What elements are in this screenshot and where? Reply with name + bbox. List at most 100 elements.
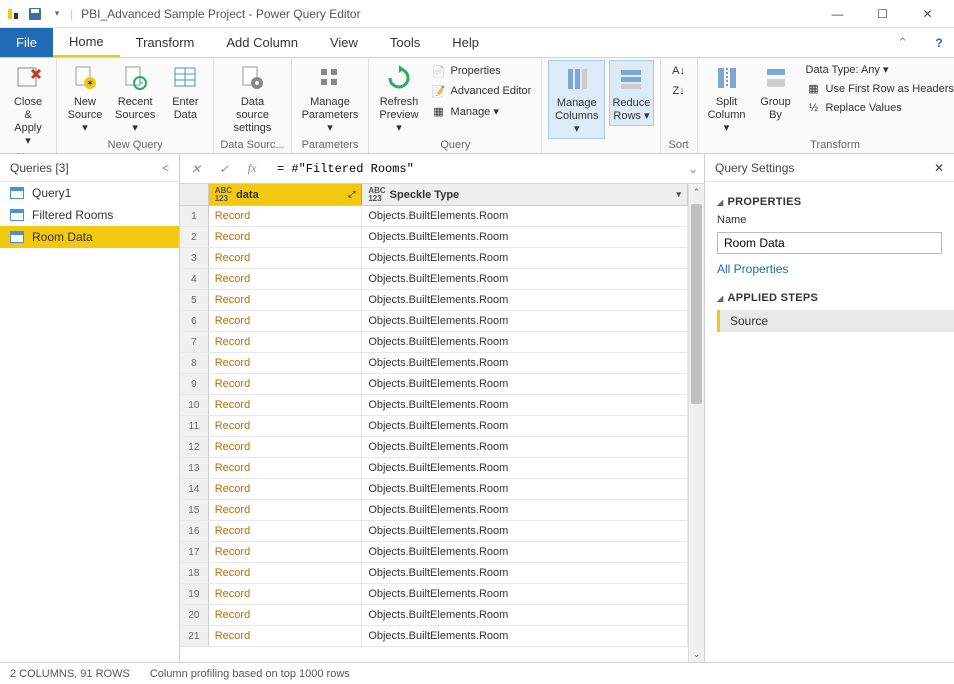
table-row[interactable]: 11RecordObjects.BuiltElements.Room: [180, 416, 688, 437]
cell-speckle-type[interactable]: Objects.BuiltElements.Room: [362, 227, 688, 247]
table-row[interactable]: 21RecordObjects.BuiltElements.Room: [180, 626, 688, 647]
cell-speckle-type[interactable]: Objects.BuiltElements.Room: [362, 416, 688, 436]
cell-data[interactable]: Record: [209, 290, 363, 310]
fx-icon[interactable]: fx: [242, 159, 262, 179]
cell-speckle-type[interactable]: Objects.BuiltElements.Room: [362, 458, 688, 478]
properties-section[interactable]: PROPERTIES: [717, 196, 942, 208]
cell-speckle-type[interactable]: Objects.BuiltElements.Room: [362, 479, 688, 499]
reduce-rows-button[interactable]: Reduce Rows ▾: [609, 60, 653, 126]
tab-tools[interactable]: Tools: [374, 28, 436, 57]
table-row[interactable]: 13RecordObjects.BuiltElements.Room: [180, 458, 688, 479]
cell-data[interactable]: Record: [209, 563, 363, 583]
cell-speckle-type[interactable]: Objects.BuiltElements.Room: [362, 605, 688, 625]
cell-speckle-type[interactable]: Objects.BuiltElements.Room: [362, 542, 688, 562]
cell-speckle-type[interactable]: Objects.BuiltElements.Room: [362, 269, 688, 289]
cell-data[interactable]: Record: [209, 311, 363, 331]
query-item[interactable]: Room Data: [0, 226, 179, 248]
scroll-up-icon[interactable]: ⌃: [689, 184, 704, 200]
expand-column-icon[interactable]: ⤢: [348, 189, 355, 200]
table-row[interactable]: 7RecordObjects.BuiltElements.Room: [180, 332, 688, 353]
minimize-button[interactable]: —: [815, 0, 860, 28]
cell-data[interactable]: Record: [209, 521, 363, 541]
cell-data[interactable]: Record: [209, 584, 363, 604]
ribbon-collapse-icon[interactable]: ⌃: [881, 28, 924, 57]
cell-speckle-type[interactable]: Objects.BuiltElements.Room: [362, 626, 688, 646]
step-source[interactable]: Source: [717, 310, 954, 332]
table-row[interactable]: 1RecordObjects.BuiltElements.Room: [180, 206, 688, 227]
close-settings-icon[interactable]: ✕: [934, 161, 944, 175]
scroll-down-icon[interactable]: ⌄: [689, 646, 704, 662]
table-row[interactable]: 6RecordObjects.BuiltElements.Room: [180, 311, 688, 332]
cell-speckle-type[interactable]: Objects.BuiltElements.Room: [362, 374, 688, 394]
manage-button[interactable]: ▦Manage ▾: [427, 102, 536, 120]
table-row[interactable]: 9RecordObjects.BuiltElements.Room: [180, 374, 688, 395]
sort-asc-button[interactable]: A↓: [667, 62, 691, 80]
cell-data[interactable]: Record: [209, 206, 363, 226]
maximize-button[interactable]: ☐: [860, 0, 905, 28]
help-icon[interactable]: ?: [924, 28, 954, 57]
tab-view[interactable]: View: [314, 28, 374, 57]
cell-data[interactable]: Record: [209, 248, 363, 268]
table-row[interactable]: 16RecordObjects.BuiltElements.Room: [180, 521, 688, 542]
cell-data[interactable]: Record: [209, 416, 363, 436]
split-column-button[interactable]: Split Column ▾: [704, 60, 750, 137]
cell-speckle-type[interactable]: Objects.BuiltElements.Room: [362, 332, 688, 352]
cell-speckle-type[interactable]: Objects.BuiltElements.Room: [362, 563, 688, 583]
cell-speckle-type[interactable]: Objects.BuiltElements.Room: [362, 290, 688, 310]
table-row[interactable]: 12RecordObjects.BuiltElements.Room: [180, 437, 688, 458]
close-apply-button[interactable]: Close & Apply ▾: [6, 60, 50, 150]
cell-data[interactable]: Record: [209, 269, 363, 289]
recent-sources-button[interactable]: Recent Sources ▾: [111, 60, 159, 137]
tab-home[interactable]: Home: [53, 28, 120, 57]
cancel-formula-icon[interactable]: ✕: [186, 159, 206, 179]
sort-desc-button[interactable]: Z↓: [667, 82, 691, 100]
new-source-button[interactable]: ✶ New Source ▾: [63, 60, 107, 137]
cell-data[interactable]: Record: [209, 626, 363, 646]
tab-file[interactable]: File: [0, 28, 53, 57]
cell-data[interactable]: Record: [209, 500, 363, 520]
tab-help[interactable]: Help: [436, 28, 495, 57]
cell-speckle-type[interactable]: Objects.BuiltElements.Room: [362, 437, 688, 457]
enter-data-button[interactable]: Enter Data: [163, 60, 207, 124]
data-source-settings-button[interactable]: Data source settings: [220, 60, 284, 137]
column-filter-icon[interactable]: ▾: [676, 189, 681, 200]
query-item[interactable]: Filtered Rooms: [0, 204, 179, 226]
table-row[interactable]: 2RecordObjects.BuiltElements.Room: [180, 227, 688, 248]
column-header-speckle-type[interactable]: ABC123 Speckle Type ▾: [362, 184, 688, 205]
properties-button[interactable]: 📄Properties: [427, 62, 536, 80]
replace-values-button[interactable]: ½Replace Values: [802, 99, 954, 117]
table-row[interactable]: 20RecordObjects.BuiltElements.Room: [180, 605, 688, 626]
all-properties-link[interactable]: All Properties: [717, 262, 788, 276]
column-header-data[interactable]: ABC123 data ⤢: [209, 184, 363, 205]
cell-data[interactable]: Record: [209, 353, 363, 373]
table-row[interactable]: 17RecordObjects.BuiltElements.Room: [180, 542, 688, 563]
accept-formula-icon[interactable]: ✓: [214, 159, 234, 179]
cell-data[interactable]: Record: [209, 374, 363, 394]
group-by-button[interactable]: Group By: [754, 60, 798, 124]
scroll-thumb[interactable]: [691, 204, 702, 404]
cell-speckle-type[interactable]: Objects.BuiltElements.Room: [362, 206, 688, 226]
table-row[interactable]: 8RecordObjects.BuiltElements.Room: [180, 353, 688, 374]
cell-speckle-type[interactable]: Objects.BuiltElements.Room: [362, 248, 688, 268]
vertical-scrollbar[interactable]: ⌃ ⌄: [688, 184, 704, 662]
cell-speckle-type[interactable]: Objects.BuiltElements.Room: [362, 353, 688, 373]
query-item[interactable]: Query1: [0, 182, 179, 204]
formula-input[interactable]: [270, 159, 680, 179]
save-icon[interactable]: [26, 5, 44, 23]
cell-speckle-type[interactable]: Objects.BuiltElements.Room: [362, 521, 688, 541]
table-row[interactable]: 4RecordObjects.BuiltElements.Room: [180, 269, 688, 290]
table-row[interactable]: 14RecordObjects.BuiltElements.Room: [180, 479, 688, 500]
table-row[interactable]: 3RecordObjects.BuiltElements.Room: [180, 248, 688, 269]
cell-data[interactable]: Record: [209, 542, 363, 562]
cell-data[interactable]: Record: [209, 605, 363, 625]
table-row[interactable]: 18RecordObjects.BuiltElements.Room: [180, 563, 688, 584]
cell-data[interactable]: Record: [209, 395, 363, 415]
table-row[interactable]: 10RecordObjects.BuiltElements.Room: [180, 395, 688, 416]
cell-data[interactable]: Record: [209, 479, 363, 499]
data-type-button[interactable]: Data Type: Any ▾: [802, 62, 954, 77]
cell-data[interactable]: Record: [209, 458, 363, 478]
table-row[interactable]: 15RecordObjects.BuiltElements.Room: [180, 500, 688, 521]
qat-dropdown-icon[interactable]: ▾: [48, 5, 66, 23]
expand-formula-icon[interactable]: ⌄: [688, 162, 698, 176]
grid-corner[interactable]: [180, 184, 209, 205]
